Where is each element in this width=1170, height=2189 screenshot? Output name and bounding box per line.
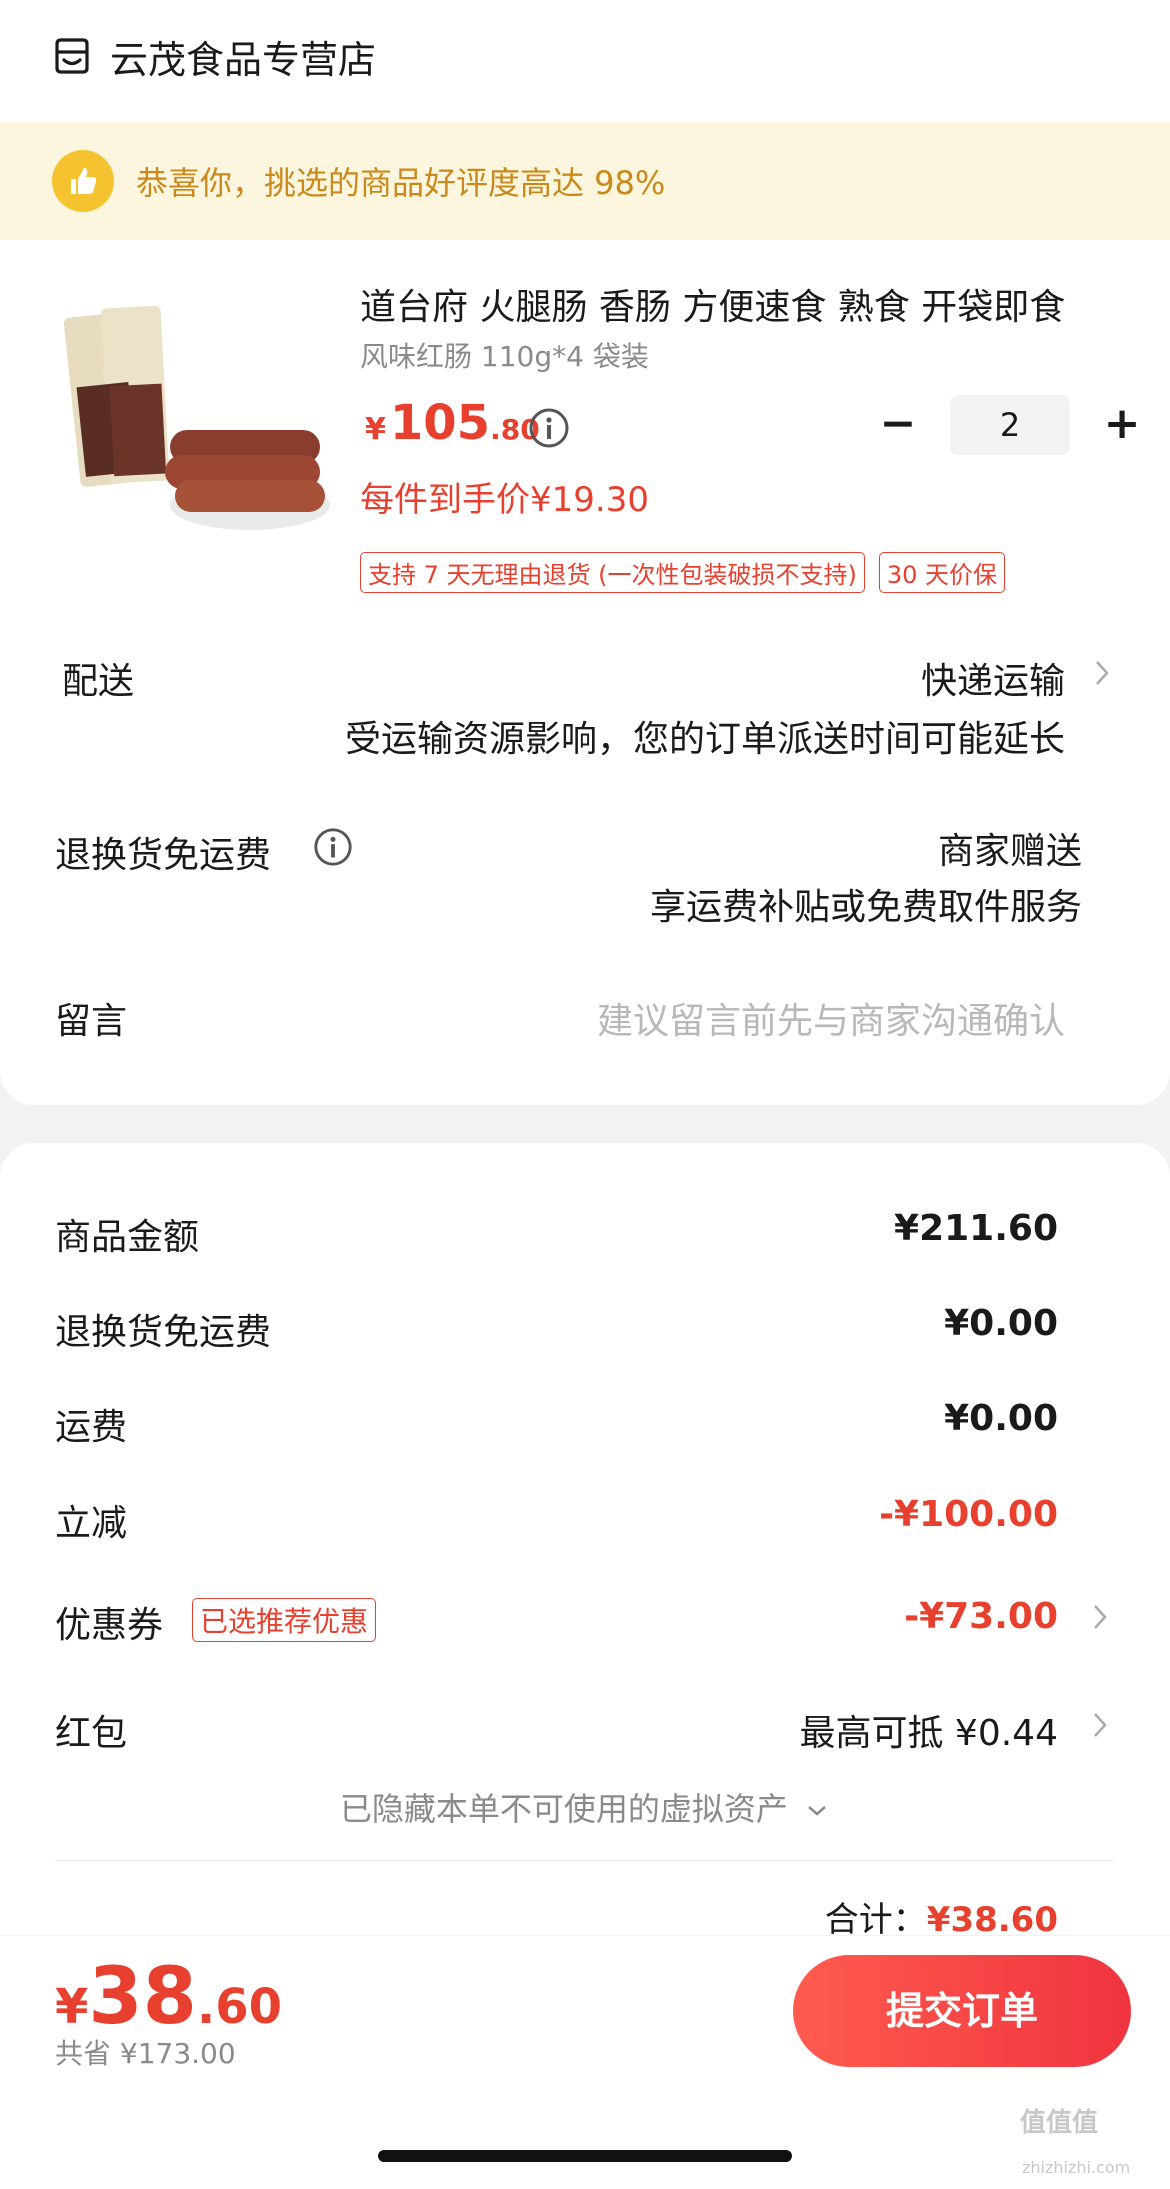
return-info-icon[interactable] [312, 826, 354, 868]
total-amount: ¥38.60 [926, 1900, 1058, 1940]
coupon-label: 优惠券 [55, 1605, 164, 1646]
total-line: 合计：¥38.60 [825, 1892, 1058, 1941]
per-item-price: 每件到手价¥19.30 [360, 480, 649, 520]
product-title[interactable]: 道台府 火腿肠 香肠 方便速食 熟食 开袋即食 [360, 278, 1100, 330]
delivery-label: 配送 [62, 661, 135, 702]
home-indicator[interactable] [378, 2150, 792, 2162]
shipping-fee-value: ¥0.00 [944, 1398, 1058, 1439]
product-price: ¥ 105 .80 [365, 395, 540, 451]
goods-amount-value: ¥211.60 [894, 1208, 1058, 1249]
red-packet-label: 红包 [55, 1713, 128, 1754]
increase-button[interactable]: + [1094, 397, 1150, 453]
watermark-logo: 值值值 [1020, 2108, 1099, 2138]
chevron-down-icon [808, 1806, 826, 1816]
return-policy-tag: 支持 7 天无理由退货 (一次性包装破损不支持) [360, 552, 865, 593]
footer-price-decimal: .60 [196, 1979, 282, 2035]
watermark-url: zhizhizhi.com [1022, 2158, 1131, 2177]
rating-banner-text: 恭喜你，挑选的商品好评度高达 98% [136, 164, 666, 202]
footer-price: ¥ 38 .60 [55, 1952, 282, 2042]
hidden-assets-text: 已隐藏本单不可使用的虚拟资产 [339, 1790, 788, 1828]
price-protect-tag: 30 天价保 [878, 552, 1006, 593]
return-free-value: ¥0.00 [944, 1303, 1058, 1344]
submit-order-button[interactable]: 提交订单 [793, 1955, 1131, 2067]
store-name: 云茂食品专营店 [110, 37, 377, 82]
goods-amount-label: 商品金额 [55, 1217, 200, 1258]
summary-divider [55, 1860, 1115, 1861]
total-label: 合计： [824, 1900, 927, 1940]
price-info-icon[interactable] [527, 406, 571, 450]
coupon-chevron-icon[interactable] [1090, 1600, 1110, 1634]
coupon-value[interactable]: -¥73.00 [904, 1596, 1058, 1637]
red-packet-chevron-icon[interactable] [1090, 1708, 1110, 1742]
rating-banner: 恭喜你，挑选的商品好评度高达 98% [0, 122, 1170, 240]
store-header[interactable]: 云茂食品专营店 [52, 28, 376, 84]
return-shipping-value: 商家赠送 [937, 831, 1082, 872]
quantity-stepper: − 2 + [870, 395, 1150, 455]
footer-price-symbol: ¥ [55, 1979, 89, 2035]
price-integer: 105 [389, 395, 491, 451]
coupon-recommended-tag: 已选推荐优惠 [192, 1598, 377, 1642]
return-free-label: 退换货免运费 [55, 1312, 272, 1353]
product-image[interactable] [60, 295, 330, 550]
delivery-note: 受运输资源影响，您的订单派送时间可能延长 [344, 719, 1065, 760]
thumbs-up-icon [52, 150, 114, 212]
shipping-fee-label: 运费 [55, 1407, 128, 1448]
instant-discount-label: 立减 [55, 1503, 128, 1544]
delivery-method[interactable]: 快递运输 [921, 652, 1065, 704]
decrease-button[interactable]: − [870, 397, 926, 453]
saved-amount: 共省 ¥173.00 [55, 2037, 236, 2070]
message-input[interactable]: 建议留言前先与商家沟通确认 [597, 992, 1065, 1044]
footer-price-integer: 38 [88, 1952, 197, 2042]
message-label: 留言 [55, 1001, 128, 1042]
product-spec[interactable]: 风味红肠 110g*4 袋装 [360, 335, 649, 375]
red-packet-value[interactable]: 最高可抵 ¥0.44 [799, 1704, 1058, 1756]
service-tags: 支持 7 天无理由退货 (一次性包装破损不支持) 30 天价保 [360, 552, 1019, 593]
quantity-input[interactable]: 2 [950, 395, 1070, 455]
hidden-assets-toggle[interactable]: 已隐藏本单不可使用的虚拟资产 [0, 1784, 1170, 1830]
price-symbol: ¥ [365, 412, 386, 447]
delivery-chevron-icon[interactable] [1092, 656, 1112, 690]
store-icon [55, 38, 89, 74]
return-shipping-note: 享运费补贴或免费取件服务 [649, 887, 1082, 928]
instant-discount-value: -¥100.00 [879, 1494, 1058, 1535]
return-shipping-label: 退换货免运费 [55, 835, 272, 876]
